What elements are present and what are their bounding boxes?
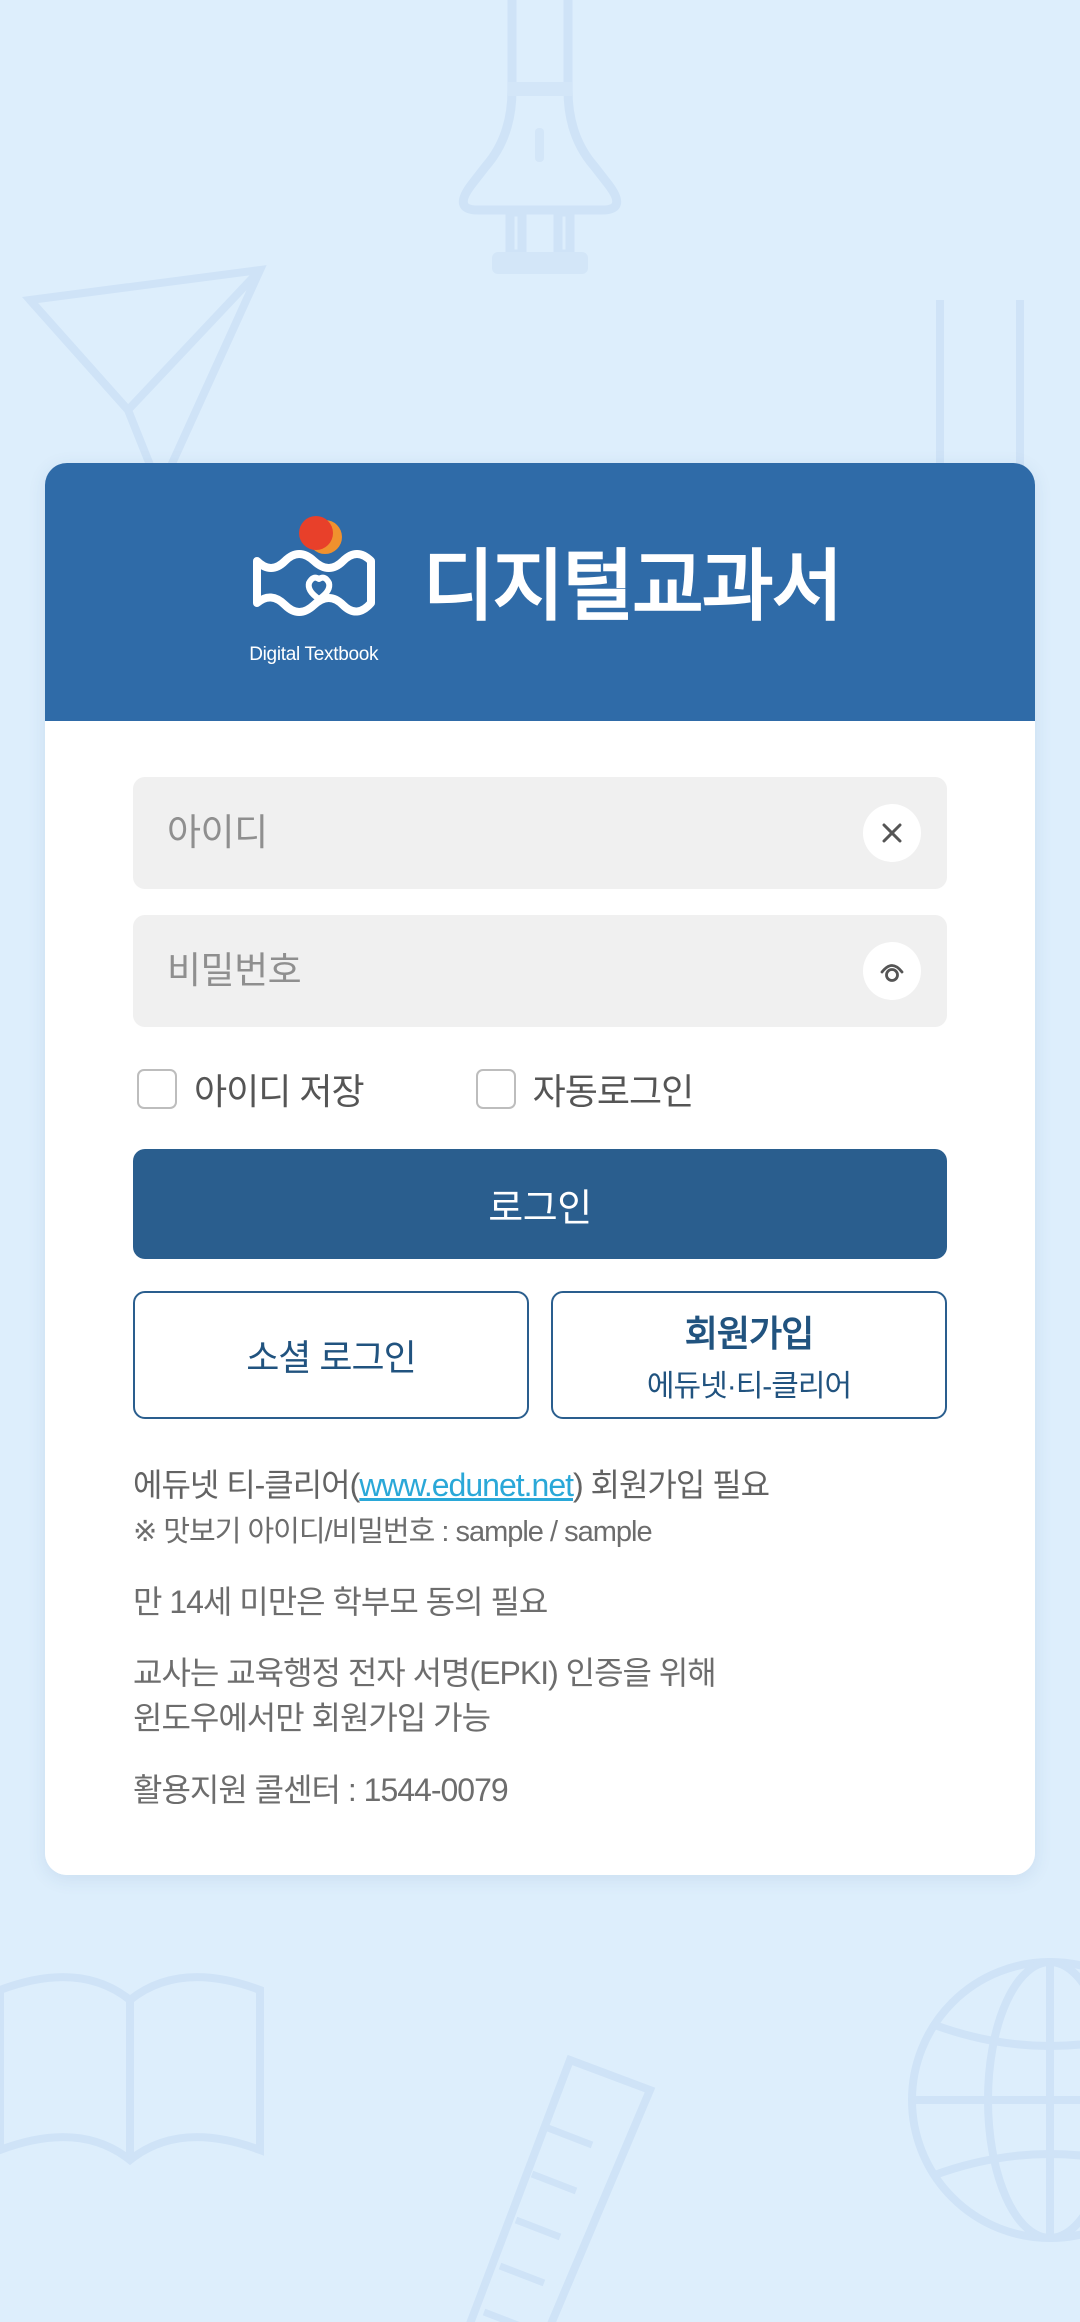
card-header: Digital Textbook 디지털교과서 [45, 463, 1035, 721]
brand-logo: Digital Textbook [239, 513, 389, 666]
page-title: 디지털교과서 [422, 542, 844, 630]
auto-login-label: 자동로그인 [532, 1071, 695, 1112]
password-field-wrapper [133, 915, 947, 1027]
login-card: Digital Textbook 디지털교과서 아이디 아이디 저장 자동로그인… [45, 463, 1035, 1876]
note-teacher-epki-line2: 윈도우에서만 회원가입 가능 [133, 1700, 491, 1737]
note-sample-credentials: ※ 맛보기 아이디/비밀번호 : sample / sample [133, 1516, 653, 1549]
note-call-center: 활용지원 콜센터 : 1544-0079 [133, 1771, 509, 1808]
note-teacher-epki-line1: 교사는 교육행정 전자 서명(EPKI) 인증을 위해 [133, 1655, 717, 1692]
login-button[interactable]: 로그인 [133, 1149, 947, 1259]
note-edunet-prefix: 에듀넷 티-클리어( [133, 1467, 360, 1503]
signup-button[interactable]: 회원가입 에듀넷·티-클리어 [551, 1291, 947, 1419]
social-login-button[interactable]: 소셜 로그인 [133, 1291, 529, 1419]
note-edunet-suffix: ) 회원가입 필요 [573, 1467, 770, 1503]
social-login-label: 소셜 로그인 [246, 1337, 417, 1378]
password-input[interactable] [133, 915, 947, 1027]
save-id-label: 아이디 저장 [194, 1071, 365, 1112]
globe-watermark-icon [908, 1958, 1080, 2242]
login-options-row: 아이디 저장 자동로그인 [133, 1063, 947, 1115]
footer-notes: 에듀넷 티-클리어(www.edunet.net) 회원가입 필요 ※ 맛보기 … [133, 1463, 947, 1813]
eye-show-password-icon [880, 964, 904, 982]
auto-login-checkbox[interactable] [475, 1069, 516, 1109]
signup-sublabel: 에듀넷·티-클리어 [646, 1370, 852, 1403]
auto-login-checkbox-item[interactable]: 자동로그인 [475, 1063, 695, 1115]
note-under-14: 만 14세 미만은 학부모 동의 필요 [133, 1583, 548, 1620]
save-id-checkbox-item[interactable]: 아이디 저장 [137, 1063, 365, 1115]
edunet-link[interactable]: www.edunet.net [359, 1467, 574, 1503]
note-edunet-signup: 에듀넷 티-클리어(www.edunet.net) 회원가입 필요 [133, 1463, 947, 1508]
close-x-icon [882, 823, 902, 843]
id-input[interactable] [133, 777, 947, 889]
secondary-button-row: 소셜 로그인 회원가입 에듀넷·티-클리어 [133, 1291, 947, 1419]
brand-logo-caption: Digital Textbook [249, 643, 379, 665]
card-body: 아이디 저장 자동로그인 로그인 소셜 로그인 회원가입 에듀넷·티-클리어 에… [45, 721, 1035, 1876]
save-id-checkbox[interactable] [137, 1069, 177, 1109]
ruler-watermark-icon [466, 2054, 656, 2322]
open-book-with-heart-and-sun-icon [252, 515, 375, 616]
flask-watermark-icon [458, 0, 622, 274]
clear-id-button[interactable] [863, 804, 921, 862]
id-field-wrapper [133, 777, 947, 889]
toggle-password-visibility-button[interactable] [863, 942, 921, 1000]
book-watermark-icon [0, 1973, 264, 2166]
signup-label: 회원가입 [684, 1313, 814, 1354]
